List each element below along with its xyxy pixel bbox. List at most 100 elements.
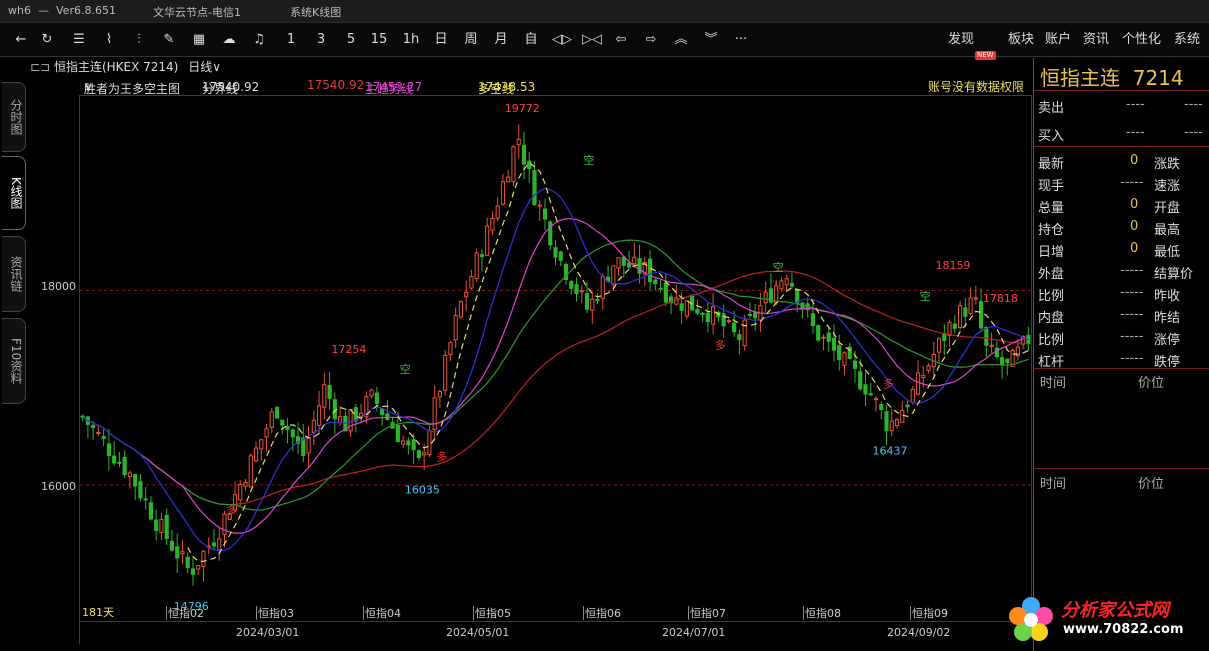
tab-newslink[interactable]: 资讯链	[2, 236, 26, 312]
candle-body	[863, 384, 868, 395]
candle-body	[726, 320, 731, 323]
tab-timeshare[interactable]: 分时图	[2, 82, 26, 152]
refresh-icon[interactable]: ↻	[38, 30, 56, 50]
candle-body	[169, 540, 175, 551]
quote-field-label: 涨跌	[1154, 157, 1181, 172]
candle-body	[595, 298, 600, 302]
kline-chart[interactable]: 17254 19772 18159 17818 14796 16035 16437 多多多多空…	[79, 95, 1032, 622]
alert-bell-icon[interactable]: ♫	[250, 30, 268, 50]
candle-body	[338, 416, 343, 424]
zoom-out-icon[interactable]: ▷◁	[582, 30, 602, 50]
candle-body	[1005, 358, 1010, 364]
candle-body	[479, 254, 485, 258]
candle-body	[180, 551, 185, 555]
period-select[interactable]: 日线∨	[188, 60, 221, 74]
quote-field-value: 0	[1130, 197, 1139, 212]
menu-account[interactable]: 账户	[1045, 30, 1071, 50]
month-label: 恒指05	[475, 606, 511, 620]
candle-body	[963, 307, 968, 317]
zoom-in-icon[interactable]: ◁▷	[552, 30, 572, 50]
menu-system[interactable]: 系统	[1174, 30, 1200, 50]
candlestick-icon[interactable]: ⫶	[130, 30, 148, 50]
menu-news[interactable]: 资讯	[1083, 30, 1109, 50]
candle-body	[395, 424, 400, 443]
collapse-icon[interactable]: ⊏⊐	[30, 60, 50, 74]
scroll-right-icon[interactable]: ⇨	[642, 30, 660, 50]
period-day[interactable]: 日	[432, 30, 450, 50]
candle-body	[653, 279, 658, 285]
low-label: 16035	[405, 483, 440, 496]
month-label: 恒指08	[805, 606, 841, 620]
period-5[interactable]: 5	[342, 30, 360, 50]
page-up-icon[interactable]: ︽	[672, 30, 690, 50]
logo-url: www.70822.com	[1063, 622, 1184, 637]
x-date-label: 2024/09/02	[887, 626, 951, 639]
candle-body	[915, 372, 921, 395]
indicator-icon[interactable]: ▦	[190, 30, 208, 50]
candle-body	[721, 313, 726, 327]
period-month[interactable]: 月	[492, 30, 510, 50]
month-marker	[363, 606, 364, 620]
candle-body	[238, 483, 243, 501]
candle-body	[952, 323, 957, 329]
period-week[interactable]: 周	[462, 30, 480, 50]
candle-body	[905, 404, 910, 408]
candle-body	[380, 408, 385, 415]
candle-body	[868, 393, 873, 396]
tab-f10[interactable]: F10资料	[2, 318, 26, 404]
quote-panel: 恒指主连 7214 卖出 ---- ---- 买入 ---- ---- 最新 0 涨…	[1033, 58, 1209, 651]
cloud-icon[interactable]: ☁	[220, 30, 238, 50]
indicator-boundary-red: 17540.92	[307, 78, 365, 92]
candle-body	[774, 285, 779, 304]
candle-body	[285, 425, 290, 430]
quote-title: 恒指主连 7214	[1040, 66, 1184, 90]
period-1h[interactable]: 1h	[402, 30, 420, 50]
quote-field-value: -----	[1120, 263, 1144, 278]
period-3[interactable]: 3	[312, 30, 330, 50]
bid-row: 买入 ---- ----	[1038, 125, 1203, 144]
side-tabs: 分时图 K线图 资讯链 F10资料	[0, 60, 28, 585]
candle-body	[942, 333, 947, 341]
quote-row: 日增 0 最低	[1034, 238, 1209, 260]
quote-field-label: 速涨	[1154, 179, 1181, 194]
indicator-header: 胜者为王多空主图 ∨ 分界线 17540.92 17540.92 主趋势线 174…	[84, 78, 1025, 96]
candle-body	[889, 420, 894, 432]
candle-body	[311, 419, 316, 433]
candle-body	[101, 435, 106, 440]
period-1[interactable]: 1	[282, 30, 300, 50]
scroll-left-icon[interactable]: ⇦	[612, 30, 630, 50]
draw-tool-icon[interactable]: ✎	[160, 30, 178, 50]
page-down-icon[interactable]: ︾	[702, 30, 720, 50]
quote-field-value: -----	[1120, 351, 1144, 366]
candle-body	[122, 456, 127, 476]
candle-body	[753, 312, 758, 319]
toolbar: ← ↻ ☰ ⌇ ⫶ ✎ ▦ ☁ ♫ 1 3 5 15 1h 日 周 月 自 ◁▷…	[0, 23, 1209, 60]
back-icon[interactable]: ←	[12, 30, 30, 50]
y-label-16000: 16000	[41, 480, 76, 493]
long-signal: 多	[436, 450, 447, 464]
line-chart-icon[interactable]: ⌇	[100, 30, 118, 50]
quote-field-label: 外盘	[1038, 267, 1065, 282]
permission-notice: 账号没有数据权限	[928, 80, 1025, 94]
candle-body	[742, 319, 747, 347]
quote-row: 现手 ----- 速涨	[1034, 172, 1209, 194]
candle-body	[600, 276, 605, 299]
tab-kline[interactable]: K线图	[2, 156, 26, 230]
candle-body	[732, 322, 737, 333]
candle-body	[154, 519, 159, 531]
candle-body	[217, 538, 222, 551]
high-label: 19772	[505, 102, 540, 115]
month-marker	[166, 606, 167, 620]
ticks-price-head-2: 价位	[1138, 477, 1165, 492]
quote-list-icon[interactable]: ☰	[70, 30, 88, 50]
candle-body	[679, 303, 684, 311]
menu-discover[interactable]: 发现	[948, 30, 974, 50]
more-button[interactable]: ···	[732, 30, 750, 50]
candle-body	[879, 403, 884, 411]
candle-body	[894, 419, 900, 427]
menu-personalize[interactable]: 个性化	[1122, 30, 1161, 50]
menu-sector[interactable]: 板块	[1008, 30, 1034, 50]
candle-body	[422, 452, 427, 456]
period-custom[interactable]: 自	[522, 30, 540, 50]
period-15[interactable]: 15	[370, 30, 388, 50]
